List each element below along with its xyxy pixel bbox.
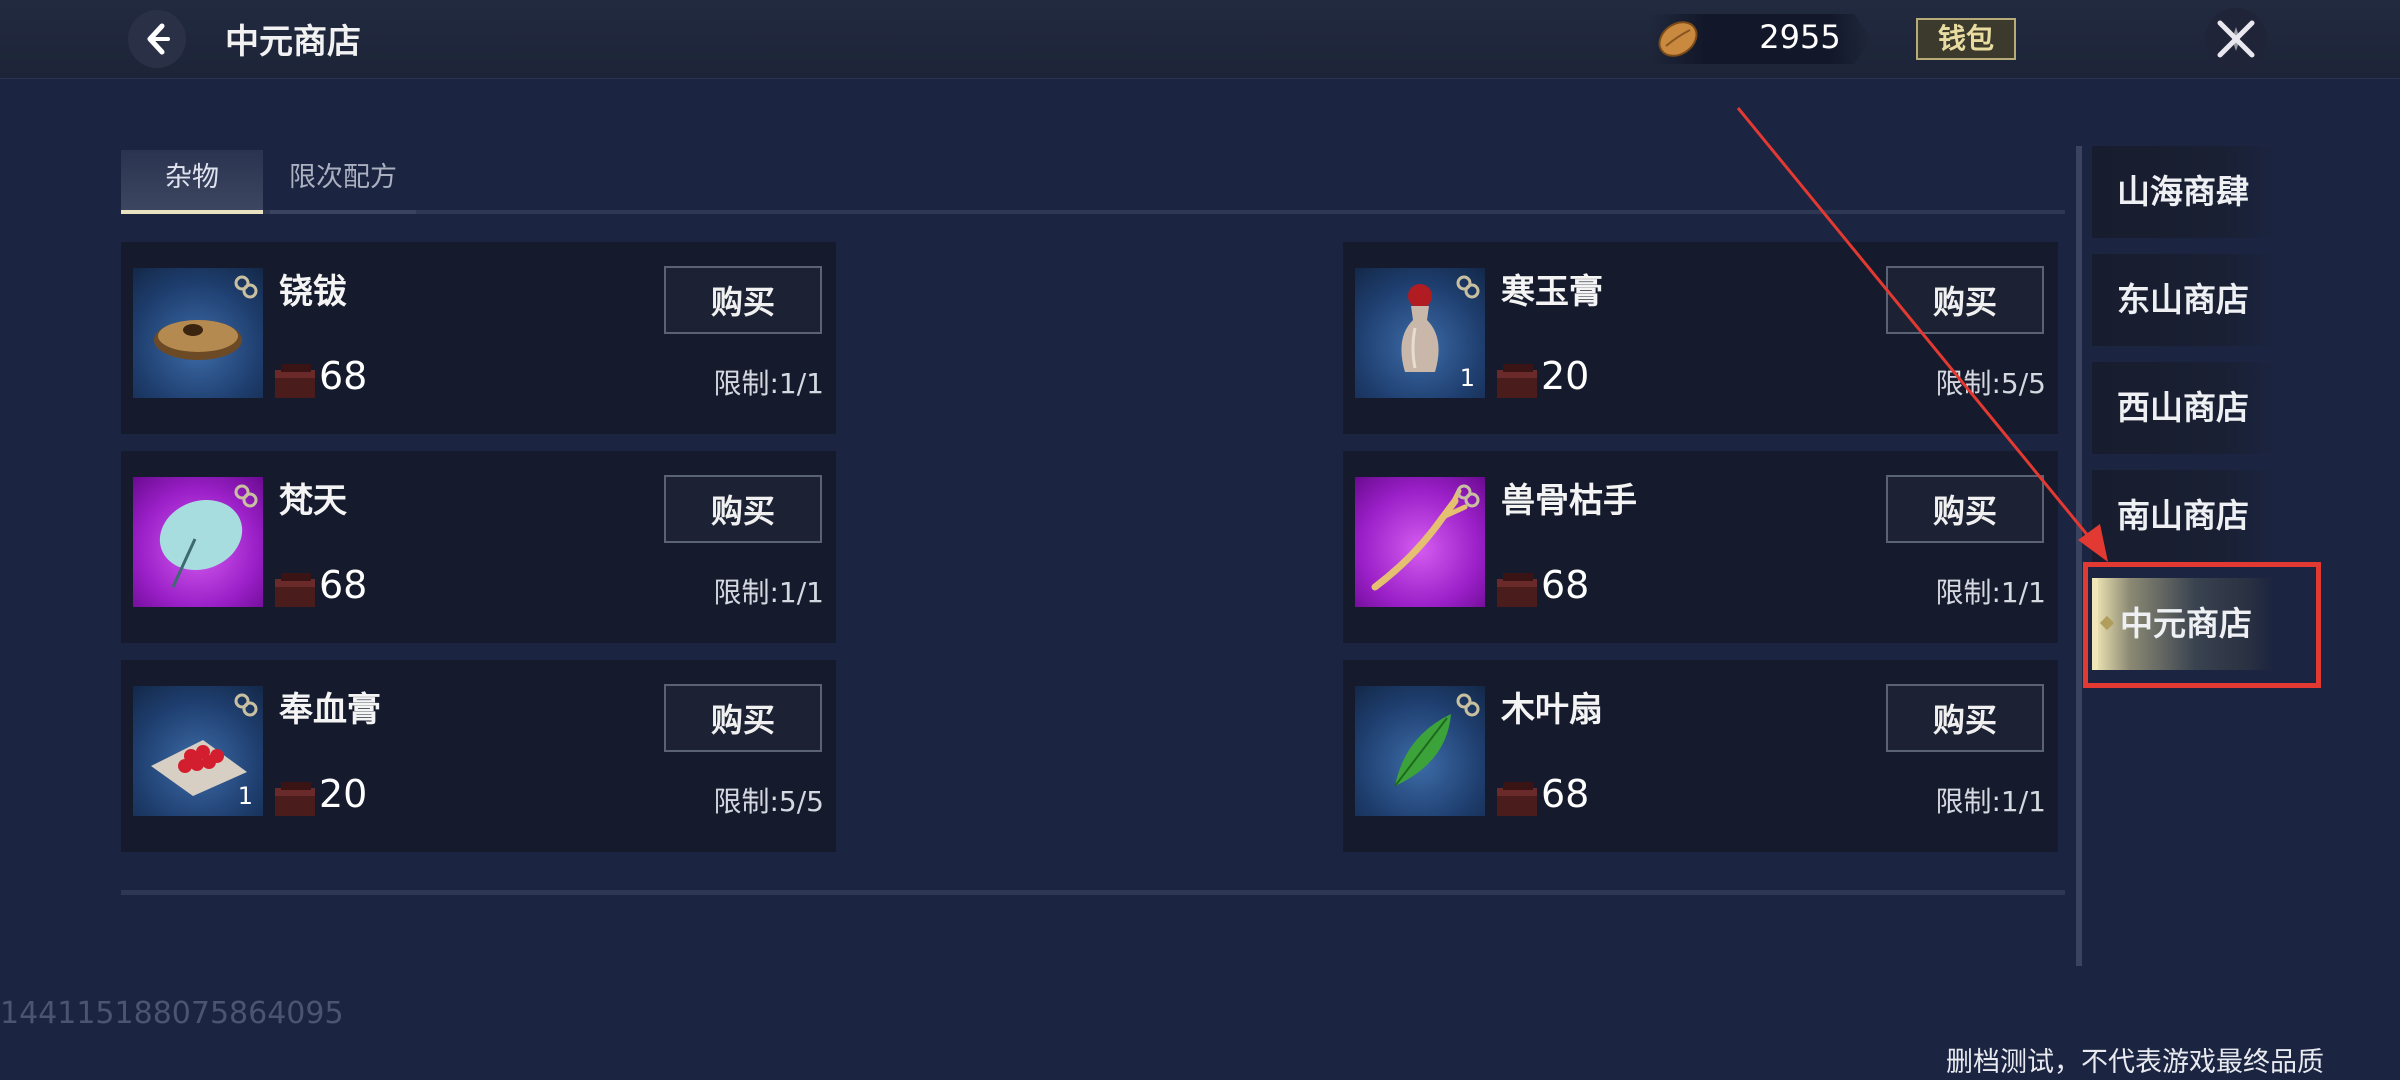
annotation-arrow bbox=[1736, 107, 2108, 562]
beta-test-notice: 删档测试，不代表游戏最终品质 bbox=[1946, 1047, 2324, 1078]
debug-id-text: 1441151880758640​95 bbox=[0, 996, 344, 1031]
